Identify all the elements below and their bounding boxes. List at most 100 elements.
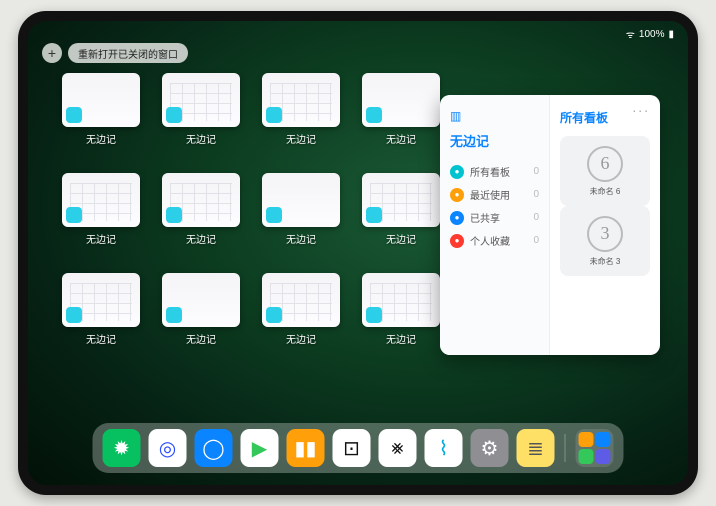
clock-icon: ●: [450, 188, 464, 202]
play-icon[interactable]: ▶: [241, 429, 279, 467]
battery-label: 100%: [639, 29, 665, 40]
window-label: 无边记: [386, 231, 416, 246]
reopen-label: 重新打开已关闭的窗口: [78, 46, 178, 61]
board-card[interactable]: 3未命名 3: [560, 206, 650, 276]
freeform-sidebar: ▥ 无边记 ●所有看板0●最近使用0●已共享0●个人收藏0: [440, 95, 550, 355]
window-thumbnail[interactable]: ~ 无边记: [362, 173, 440, 251]
window-thumbnail[interactable]: ~ 无边记: [162, 173, 240, 251]
sidebar-toggle-icon[interactable]: ▥: [450, 109, 461, 123]
freeform-app-icon: ~: [168, 209, 180, 221]
window-label: 无边记: [186, 231, 216, 246]
freeform-content: 所有看板 6未命名 63未命名 3: [550, 95, 660, 355]
battery-icon: ▮: [668, 29, 674, 40]
sidebar-item-count: 0: [533, 235, 539, 246]
window-label: 无边记: [186, 331, 216, 346]
freeform-app-icon: ~: [368, 309, 380, 321]
window-label: 无边记: [86, 331, 116, 346]
window-thumbnail[interactable]: ~ 无边记: [62, 173, 140, 251]
people-icon: ●: [450, 211, 464, 225]
connect-icon[interactable]: ⨳: [379, 429, 417, 467]
new-window-button[interactable]: +: [42, 43, 62, 63]
freeform-app-icon: ~: [68, 309, 80, 321]
window-preview: ~: [62, 173, 140, 227]
window-label: 无边记: [186, 131, 216, 146]
window-preview: ~: [162, 173, 240, 227]
window-thumbnail[interactable]: ~ 无边记: [262, 273, 340, 351]
dock: ✹◎◯▶▮▮⊡⨳⌇⚙≣: [93, 423, 624, 473]
window-preview: ~: [262, 73, 340, 127]
freeform-app-icon: ~: [268, 209, 280, 221]
status-indicators: ᯤ 100% ▮: [626, 27, 674, 41]
grid-icon: ●: [450, 165, 464, 179]
window-preview: ~: [262, 273, 340, 327]
ipad-device-frame: ᯤ 100% ▮ + 重新打开已关闭的窗口 ~ 无边记 ~ 无边记 ~ 无边记 ~ 无边记 ~ 无…: [18, 11, 698, 495]
freeform-app-icon: ~: [68, 109, 80, 121]
window-label: 无边记: [386, 331, 416, 346]
books-icon[interactable]: ▮▮: [287, 429, 325, 467]
notes-icon[interactable]: ≣: [517, 429, 555, 467]
window-menu-button[interactable]: ...: [632, 99, 650, 115]
dock-separator: [565, 434, 566, 462]
quark-icon[interactable]: ◎: [149, 429, 187, 467]
window-thumbnail[interactable]: ~ 无边记: [262, 173, 340, 251]
reopen-closed-window-button[interactable]: 重新打开已关闭的窗口: [68, 43, 188, 63]
window-preview: ~: [362, 273, 440, 327]
freeform-icon[interactable]: ⌇: [425, 429, 463, 467]
window-label: 无边记: [286, 231, 316, 246]
sidebar-item-count: 0: [533, 189, 539, 200]
freeform-app-icon: ~: [268, 309, 280, 321]
window-thumbnail[interactable]: ~ 无边记: [62, 273, 140, 351]
window-label: 无边记: [286, 331, 316, 346]
top-controls: + 重新打开已关闭的窗口: [42, 43, 188, 63]
stage-manager-area: ~ 无边记 ~ 无边记 ~ 无边记 ~ 无边记 ~ 无边记 ~ 无边记 ~ 无边记 ~ 无边记 ~ 无边记 ~ 无边记…: [62, 73, 432, 351]
plus-icon: +: [48, 45, 56, 61]
window-preview: ~: [262, 173, 340, 227]
sidebar-item[interactable]: ●个人收藏0: [450, 229, 539, 252]
window-label: 无边记: [86, 231, 116, 246]
sidebar-item-label: 个人收藏: [470, 233, 510, 248]
sidebar-item-count: 0: [533, 212, 539, 223]
window-thumbnail[interactable]: ~ 无边记: [362, 273, 440, 351]
window-grid: ~ 无边记 ~ 无边记 ~ 无边记 ~ 无边记 ~ 无边记 ~ 无边记 ~ 无边记 ~ 无边记 ~ 无边记 ~ 无边记…: [62, 73, 432, 351]
board-label: 未命名 6: [590, 186, 621, 197]
window-label: 无边记: [86, 131, 116, 146]
settings-icon[interactable]: ⚙: [471, 429, 509, 467]
sidebar-item[interactable]: ● 已共享 0: [450, 206, 539, 229]
freeform-app-icon: ~: [168, 309, 180, 321]
window-thumbnail[interactable]: ~ 无边记: [162, 73, 240, 151]
freeform-app-icon: ~: [168, 109, 180, 121]
window-label: 无边记: [386, 131, 416, 146]
window-preview: ~: [62, 273, 140, 327]
sidebar-item-count: 0: [533, 166, 539, 177]
status-bar: ᯤ 100% ▮: [28, 25, 688, 43]
wechat-icon[interactable]: ✹: [103, 429, 141, 467]
dock-recents-stack[interactable]: [576, 429, 614, 467]
sidebar-item-label: 最近使用: [470, 187, 510, 202]
board-preview: 3: [587, 216, 623, 252]
window-thumbnail[interactable]: ~ 无边记: [362, 73, 440, 151]
sidebar-item[interactable]: ● 最近使用 0: [450, 183, 539, 206]
sidebar-item-label: 已共享: [470, 210, 500, 225]
freeform-app-icon: ~: [68, 209, 80, 221]
screen: ᯤ 100% ▮ + 重新打开已关闭的窗口 ~ 无边记 ~ 无边记 ~ 无边记 ~ 无边记 ~ 无…: [28, 21, 688, 485]
window-thumbnail[interactable]: ~ 无边记: [262, 73, 340, 151]
window-label: 无边记: [286, 131, 316, 146]
window-preview: ~: [162, 73, 240, 127]
window-preview: ~: [362, 173, 440, 227]
board-card[interactable]: 6 未命名 6: [560, 136, 650, 206]
window-thumbnail[interactable]: ~ 无边记: [162, 273, 240, 351]
window-preview: ~: [162, 273, 240, 327]
board-preview: 6: [587, 146, 623, 182]
sidebar-item[interactable]: ● 所有看板 0: [450, 160, 539, 183]
freeform-main-window[interactable]: ... ▥ 无边记 ●所有看板0●最近使用0●已共享0●个人收藏0 所有看板 6…: [440, 95, 660, 355]
freeform-app-icon: ~: [368, 109, 380, 121]
sidebar-title: 无边记: [450, 131, 539, 150]
freeform-app-icon: ~: [368, 209, 380, 221]
sidebar-item-label: 所有看板: [470, 164, 510, 179]
dice-icon[interactable]: ⊡: [333, 429, 371, 467]
window-preview: ~: [62, 73, 140, 127]
window-thumbnail[interactable]: ~ 无边记: [62, 73, 140, 151]
browser-icon[interactable]: ◯: [195, 429, 233, 467]
freeform-app-icon: ~: [268, 109, 280, 121]
window-preview: ~: [362, 73, 440, 127]
